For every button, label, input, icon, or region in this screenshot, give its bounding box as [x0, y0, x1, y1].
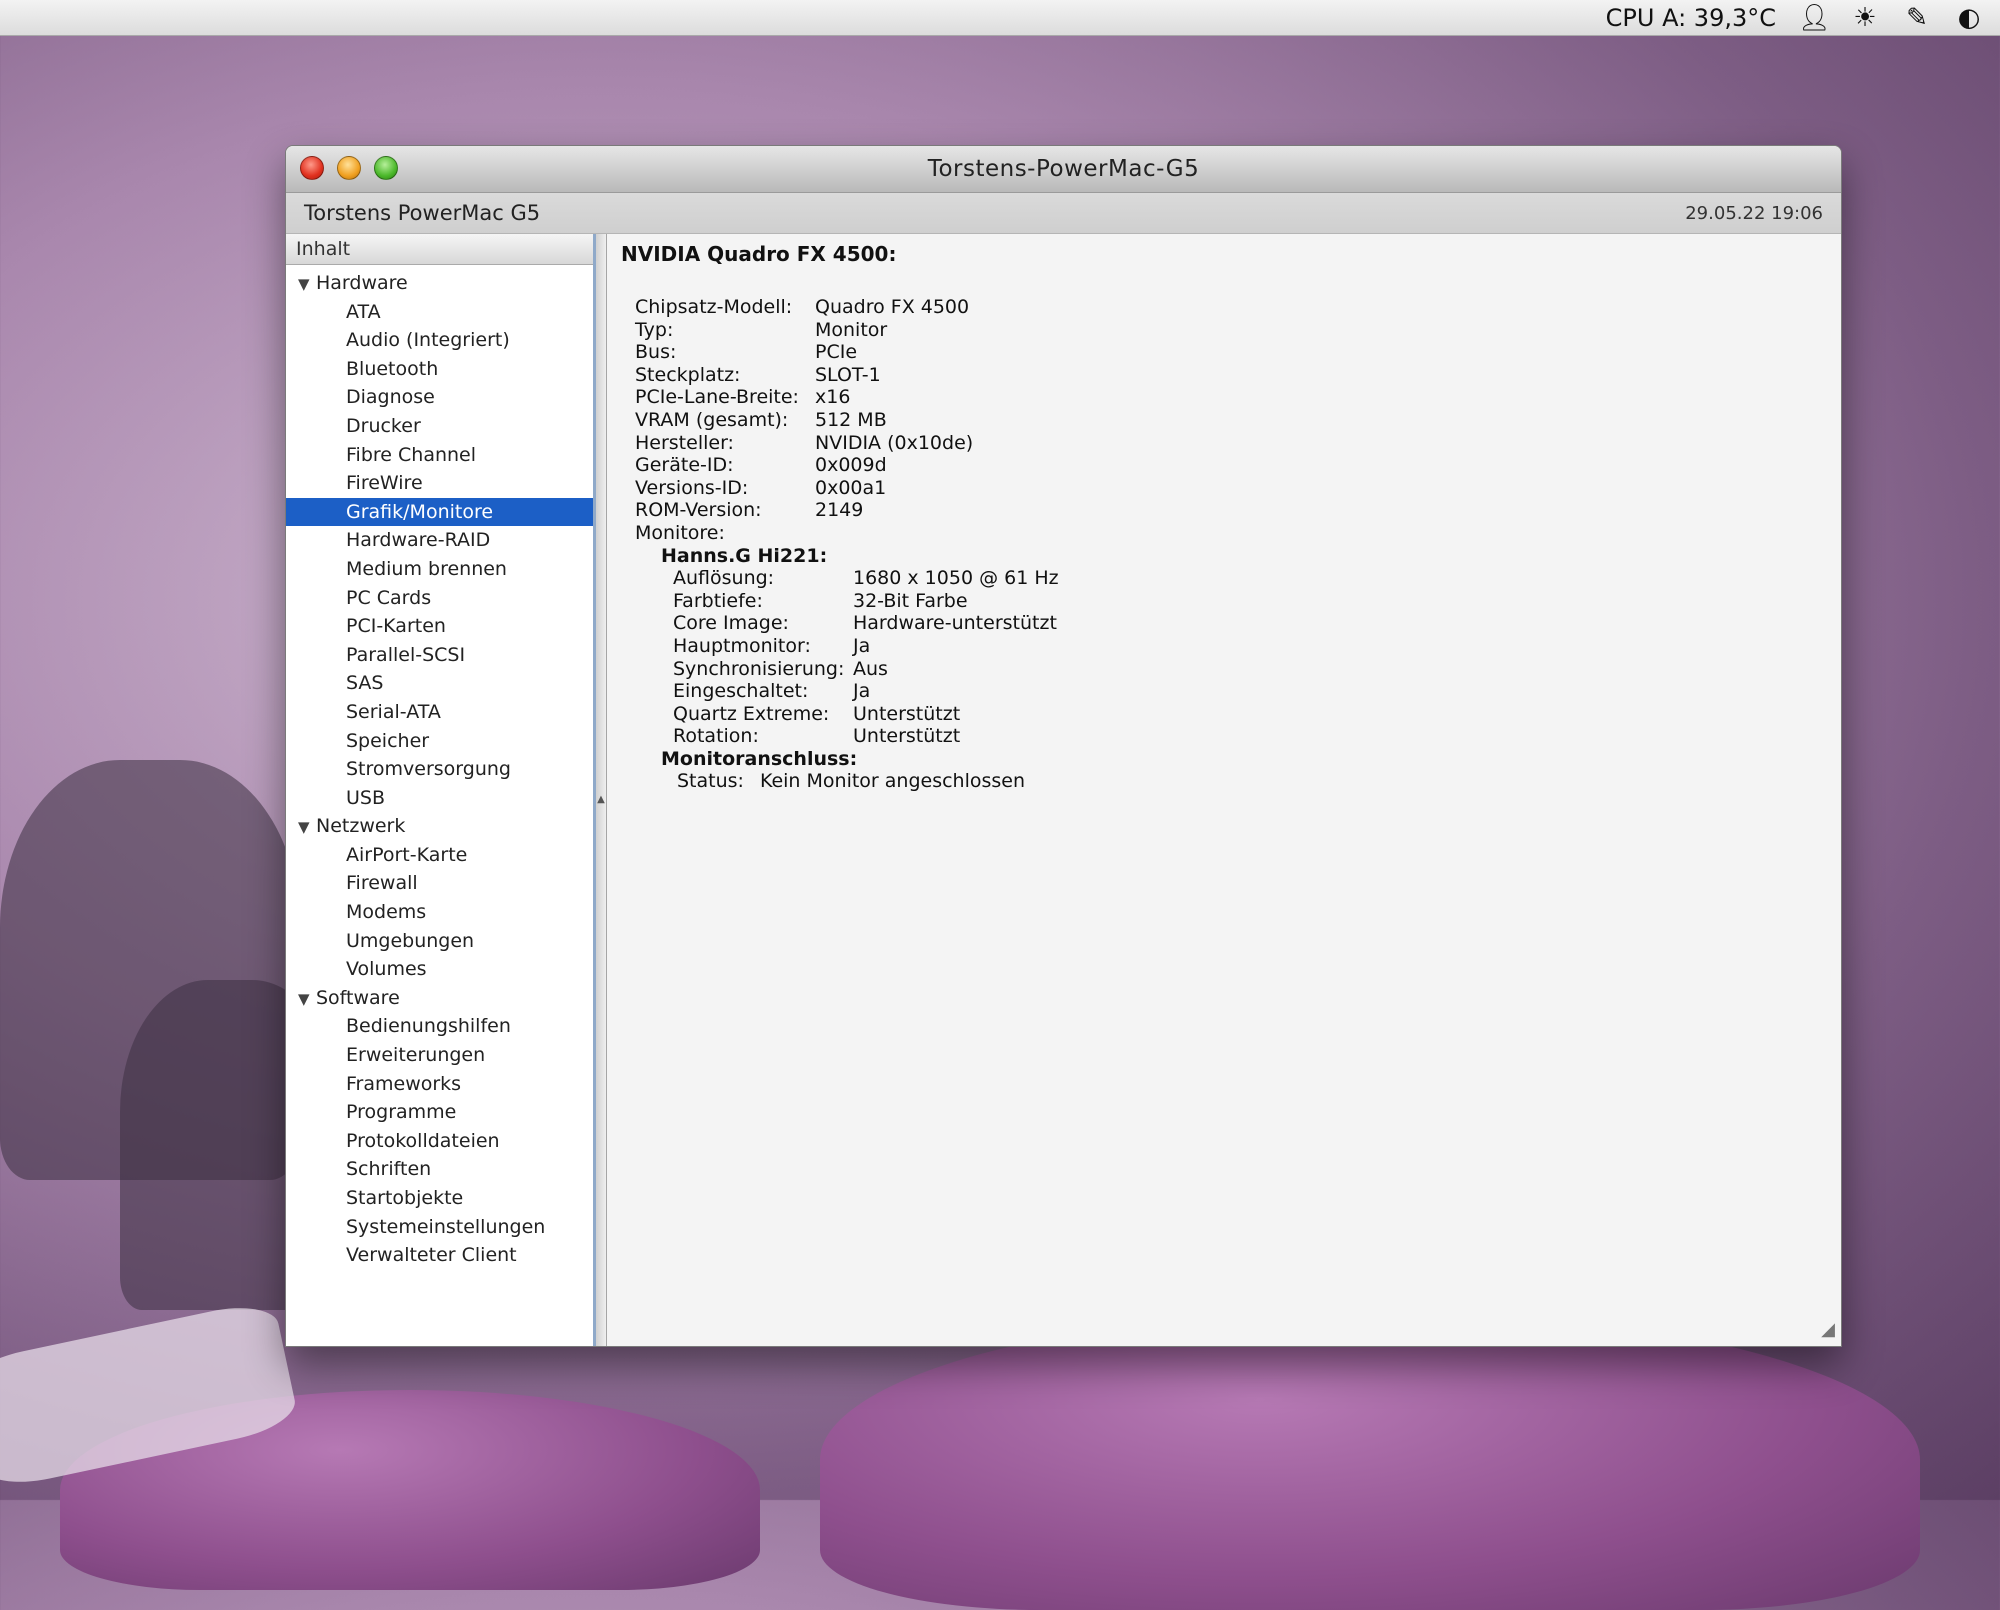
monitor-property-row: Rotation: Unterstützt: [673, 725, 961, 748]
sidebar-item-pc-cards[interactable]: PC Cards: [286, 584, 593, 613]
window-titlebar[interactable]: Torstens-PowerMac-G5: [286, 146, 1841, 193]
sidebar-item-firewire[interactable]: FireWire: [286, 469, 593, 498]
property-row: Chipsatz-Modell: Quadro FX 4500: [635, 296, 970, 318]
sidebar-item-drucker[interactable]: Drucker: [286, 412, 593, 441]
sidebar-item-usb[interactable]: USB: [286, 784, 593, 813]
pen-icon[interactable]: ✎: [1902, 3, 1932, 33]
sidebar-group-software[interactable]: ▼ Software: [286, 984, 593, 1013]
sidebar-item-umgebungen[interactable]: Umgebungen: [286, 927, 593, 956]
connector-heading: Monitoranschluss:: [661, 747, 858, 770]
sidebar-item-fibre-channel[interactable]: Fibre Channel: [286, 441, 593, 470]
monitor-property-row: Core Image: Hardware-unterstützt: [673, 612, 1057, 635]
detail-title: NVIDIA Quadro FX 4500:: [621, 242, 897, 266]
status-icon[interactable]: ◐: [1954, 3, 1984, 33]
window-title: Torstens-PowerMac-G5: [927, 156, 1200, 182]
sidebar-item-medium-brennen[interactable]: Medium brennen: [286, 555, 593, 584]
cpu-temp-readout[interactable]: CPU A: 39,3°C: [1606, 4, 1776, 32]
monitor-property-row: Farbtiefe: 32-Bit Farbe: [673, 589, 968, 612]
disclosure-triangle-icon[interactable]: ▼: [298, 813, 316, 842]
sidebar-item-protokolldateien[interactable]: Protokolldateien: [286, 1127, 593, 1156]
sidebar-item-pci-karten[interactable]: PCI-Karten: [286, 612, 593, 641]
monitor-property-row: Eingeschaltet: Ja: [673, 680, 871, 703]
disclosure-triangle-icon[interactable]: ▼: [298, 985, 316, 1014]
sidebar-item-ata[interactable]: ATA: [286, 298, 593, 327]
property-row: Bus: PCIe: [635, 341, 858, 364]
splitter-grip-icon[interactable]: ▲: [596, 794, 606, 805]
sidebar-item-startobjekte[interactable]: Startobjekte: [286, 1184, 593, 1213]
sidebar-item-programme[interactable]: Programme: [286, 1098, 593, 1127]
menubar: CPU A: 39,3°C 👤︎ ☀ ✎ ◐: [0, 0, 2000, 36]
sidebar-item-modems[interactable]: Modems: [286, 898, 593, 927]
system-profiler-window: Torstens-PowerMac-G5 Torstens PowerMac G…: [285, 145, 1842, 1347]
monitor-property-row: Quartz Extreme: Unterstützt: [673, 702, 961, 725]
sidebar-item-audio[interactable]: Audio (Integriert): [286, 326, 593, 355]
sidebar-group-hardware[interactable]: ▼ Hardware: [286, 269, 593, 298]
detail-pane: NVIDIA Quadro FX 4500: Chipsatz-Modell: Q…: [607, 234, 1841, 1346]
sidebar-item-erweiterungen[interactable]: Erweiterungen: [286, 1041, 593, 1070]
pane-splitter[interactable]: ▲: [596, 234, 607, 1346]
monitor-heading: Hanns.G Hi221:: [661, 544, 828, 567]
property-row: VRAM (gesamt): 512 MB: [635, 408, 887, 431]
property-row: Geräte-ID: 0x009d: [635, 454, 887, 477]
brightness-icon[interactable]: ☀: [1850, 3, 1880, 33]
property-row: Typ: Monitor: [635, 318, 888, 341]
sidebar-item-hardware-raid[interactable]: Hardware-RAID: [286, 526, 593, 555]
sidebar-item-stromversorgung[interactable]: Stromversorgung: [286, 755, 593, 784]
user-icon[interactable]: 👤︎: [1798, 3, 1831, 33]
resize-grip-icon[interactable]: ◢: [1821, 1319, 1835, 1340]
contents-sidebar[interactable]: Inhalt ▼ Hardware ATA Audio (Integriert) …: [286, 234, 596, 1346]
sidebar-item-frameworks[interactable]: Frameworks: [286, 1070, 593, 1099]
property-row: Steckplatz: SLOT-1: [635, 363, 881, 386]
property-row: PCIe-Lane-Breite: x16: [635, 386, 851, 409]
sidebar-item-speicher[interactable]: Speicher: [286, 727, 593, 756]
property-row: ROM-Version: 2149: [635, 499, 864, 522]
sidebar-item-verwalteter-client[interactable]: Verwalteter Client: [286, 1241, 593, 1270]
sidebar-item-volumes[interactable]: Volumes: [286, 955, 593, 984]
sidebar-item-serial-ata[interactable]: Serial-ATA: [286, 698, 593, 727]
desktop-rock: [820, 1310, 1920, 1610]
sidebar-item-sas[interactable]: SAS: [286, 669, 593, 698]
monitor-property-row: Synchronisierung: Aus: [673, 657, 888, 680]
monitor-property-row: Auflösung: 1680 x 1050 @ 61 Hz: [673, 567, 1059, 590]
contents-tree: ▼ Hardware ATA Audio (Integriert) Bluetoo…: [286, 265, 593, 1270]
sidebar-item-bluetooth[interactable]: Bluetooth: [286, 355, 593, 384]
property-row: Hersteller: NVIDIA (0x10de): [635, 431, 974, 454]
sidebar-item-airport-karte[interactable]: AirPort-Karte: [286, 841, 593, 870]
sidebar-item-parallel-scsi[interactable]: Parallel-SCSI: [286, 641, 593, 670]
sidebar-item-firewall[interactable]: Firewall: [286, 869, 593, 898]
property-list: Chipsatz-Modell: Quadro FX 4500 Typ: Monit…: [621, 296, 1827, 793]
report-timestamp: 29.05.22 19:06: [1685, 202, 1823, 224]
sidebar-item-grafik-monitore[interactable]: Grafik/Monitore: [286, 497, 593, 527]
sidebar-item-bedienungshilfen[interactable]: Bedienungshilfen: [286, 1012, 593, 1041]
disclosure-triangle-icon[interactable]: ▼: [298, 270, 316, 299]
monitor-property-row: Hauptmonitor: Ja: [673, 634, 871, 657]
connector-status-row: Status: Kein Monitor angeschlossen: [677, 770, 1026, 793]
sidebar-header[interactable]: Inhalt: [286, 234, 593, 265]
sidebar-item-schriften[interactable]: Schriften: [286, 1155, 593, 1184]
property-row: Versions-ID: 0x00a1: [635, 476, 887, 499]
window-subbar: Torstens PowerMac G5 29.05.22 19:06: [286, 193, 1841, 234]
property-row: Monitore:: [635, 521, 725, 544]
machine-name: Torstens PowerMac G5: [304, 201, 541, 225]
sidebar-group-netzwerk[interactable]: ▼ Netzwerk: [286, 812, 593, 841]
sidebar-item-systemeinstellungen[interactable]: Systemeinstellungen: [286, 1213, 593, 1242]
sidebar-item-diagnose[interactable]: Diagnose: [286, 383, 593, 412]
